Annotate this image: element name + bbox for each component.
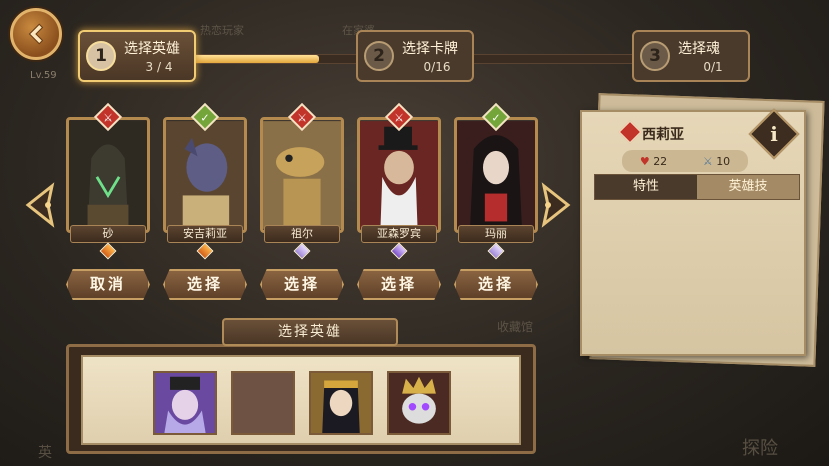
selected-heroes-tray: [66, 344, 536, 454]
step-select-soul[interactable]: 3 选择魂 0/1: [632, 30, 750, 82]
hero-name: 祖尔: [264, 225, 340, 243]
cancel-button[interactable]: 取消: [66, 269, 150, 300]
hero-detail-panel: 西莉亚 i ♥ 22 ⚔ 10 特性 英雄技: [580, 108, 806, 356]
heart-icon: ♥: [639, 154, 650, 168]
bg-text: 热恋玩家: [200, 24, 244, 37]
sword-icon: ⚔: [702, 154, 713, 168]
bg-text: 英: [38, 445, 52, 461]
step-label: 选择英雄: [124, 41, 180, 57]
hero-portrait: [260, 117, 344, 233]
hp-stat: ♥ 22: [640, 155, 667, 168]
hero-card[interactable]: ✓ 玛丽: [454, 102, 538, 265]
hero-stats: ♥ 22 ⚔ 10: [622, 150, 748, 172]
bg-text: 收藏馆: [497, 320, 534, 334]
selected-heroes-slots: [81, 355, 521, 445]
rarity-gem-icon: [99, 242, 117, 260]
info-button[interactable]: i: [748, 108, 800, 160]
step-label: 选择魂: [678, 41, 720, 57]
rarity-gem-icon: [390, 242, 408, 260]
detail-tabs: 特性 英雄技: [594, 174, 800, 200]
step-count: 3 / 4: [145, 60, 173, 74]
hero-portrait: [163, 117, 247, 233]
hero-name: 亚森罗宾: [361, 225, 437, 243]
attack-stat: ⚔ 10: [703, 155, 730, 168]
hero-card[interactable]: ⚔ 亚森罗宾: [357, 102, 441, 265]
step-count: 0/16: [423, 60, 451, 74]
rarity-gem-icon: [293, 242, 311, 260]
step-progress-fill: [191, 55, 320, 63]
hero-name: 玛丽: [458, 225, 534, 243]
tab-traits[interactable]: 特性: [595, 175, 697, 199]
select-button[interactable]: 选择: [163, 269, 247, 300]
hero-name: 砂: [70, 225, 146, 243]
hp-value: 22: [653, 154, 668, 168]
hero-card[interactable]: ⚔ 祖尔: [260, 102, 344, 265]
attack-class-icon: [618, 120, 642, 144]
back-arrow-icon: [28, 23, 44, 45]
select-button[interactable]: 选择: [260, 269, 344, 300]
back-button[interactable]: [10, 8, 62, 60]
bg-text: 探险: [742, 438, 778, 459]
hero-card[interactable]: ✓ 安吉莉亚: [163, 102, 247, 265]
step-label: 选择卡牌: [402, 41, 458, 57]
selection-title: 选择英雄: [222, 318, 398, 346]
step-number: 2: [364, 41, 394, 71]
selected-hero-slot[interactable]: [387, 371, 451, 435]
hero-card[interactable]: ⚔ 砂: [66, 102, 150, 265]
hero-portrait: [454, 117, 538, 233]
step-select-cards[interactable]: 2 选择卡牌 0/16: [356, 30, 474, 82]
attack-value: 10: [716, 154, 731, 168]
selected-hero-slot[interactable]: [309, 371, 373, 435]
hero-portrait: [66, 117, 150, 233]
select-button[interactable]: 选择: [357, 269, 441, 300]
detail-hero-name: 西莉亚: [642, 127, 684, 143]
selected-hero-slot[interactable]: [153, 371, 217, 435]
tab-hero-skill[interactable]: 英雄技: [697, 175, 799, 199]
select-button[interactable]: 选择: [454, 269, 538, 300]
player-level: Lv.59: [30, 70, 57, 81]
rarity-gem-icon: [487, 242, 505, 260]
info-icon: i: [770, 122, 778, 146]
step-select-hero[interactable]: 1 选择英雄 3 / 4: [78, 30, 196, 82]
hero-name: 安吉莉亚: [167, 225, 243, 243]
prev-page-arrow-icon[interactable]: [22, 182, 56, 228]
step-number: 1: [86, 41, 116, 71]
step-number: 3: [640, 41, 670, 71]
empty-hero-slot[interactable]: [231, 371, 295, 435]
rarity-gem-icon: [196, 242, 214, 260]
step-count: 0/1: [703, 60, 723, 74]
next-page-arrow-icon[interactable]: [540, 182, 574, 228]
hero-portrait: [357, 117, 441, 233]
